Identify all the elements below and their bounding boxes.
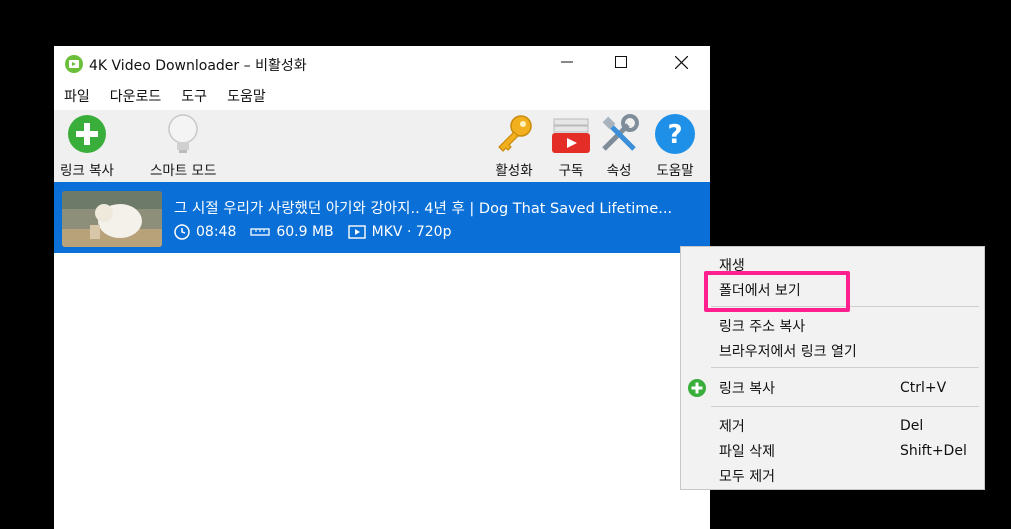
maximize-button[interactable] [592,46,650,82]
highlight-box [704,271,850,312]
download-item-row[interactable]: 그 시절 우리가 사랑했던 아기와 강아지.. 4년 후 | Dog That … [54,182,710,253]
smart-mode-label: 스마트 모드 [150,163,217,179]
key-icon [492,112,536,156]
add-icon [687,378,707,402]
window-title: 4K Video Downloader – 비활성화 [89,58,307,74]
preferences-label: 속성 [606,163,632,179]
video-format-icon [347,225,366,239]
menu-paste-link[interactable]: 링크 복사 Ctrl+V [681,375,984,400]
help-button[interactable]: ? 도움말 [653,112,697,179]
activate-button[interactable]: 활성화 [492,112,536,179]
app-logo-icon [64,54,84,74]
download-title: 그 시절 우리가 사랑했던 아기와 강아지.. 4년 후 | Dog That … [174,201,673,217]
menu-copy-link-address-label: 링크 주소 복사 [719,318,806,335]
lightbulb-icon [161,112,205,156]
menu-file[interactable]: 파일 [54,84,100,110]
menu-paste-link-label: 링크 복사 [719,380,775,397]
youtube-subscribe-icon [549,112,593,156]
menu-help[interactable]: 도움말 [217,84,276,110]
smart-mode-button[interactable]: 스마트 모드 [150,112,216,179]
app-window: 4K Video Downloader – 비활성화 파일 다운로드 도구 도움… [54,46,710,529]
duration-text: 08:48 [196,224,237,240]
menu-delete-file-label: 파일 삭제 [719,443,775,460]
clock-icon [174,224,190,240]
close-button[interactable] [652,46,710,82]
activate-label: 활성화 [495,163,533,179]
menu-copy-link-address[interactable]: 링크 주소 복사 [681,313,984,338]
subscribe-button[interactable]: 구독 [549,112,593,179]
menu-paste-link-shortcut: Ctrl+V [900,379,947,396]
menu-download[interactable]: 다운로드 [100,84,172,110]
menu-open-in-browser[interactable]: 브라우저에서 링크 열기 [681,338,984,363]
format-text: MKV · 720p [371,224,452,240]
menu-remove-shortcut: Del [900,417,924,434]
menu-bar: 파일 다운로드 도구 도움말 [54,84,276,110]
video-thumbnail [62,191,162,247]
title-bar[interactable]: 4K Video Downloader – 비활성화 [54,46,710,82]
minimize-icon [561,56,573,72]
menu-open-in-browser-label: 브라우저에서 링크 열기 [719,343,857,360]
file-size-icon [250,227,271,237]
menu-delete-file[interactable]: 파일 삭제 Shift+Del [681,438,984,463]
paste-link-button[interactable]: 링크 복사 [60,112,114,179]
size-text: 60.9 MB [276,224,334,240]
add-icon [65,112,109,156]
preferences-button[interactable]: 속성 [597,112,641,179]
svg-text:?: ? [667,120,682,150]
help-icon: ? [653,112,697,156]
close-icon [674,55,688,73]
download-meta: 08:48 60.9 MB MKV · 720p [174,224,465,240]
toolbar: 링크 복사 스마트 모드 활성화 구독 속성 ? 도움말 [54,110,710,182]
menu-remove-all-label: 모두 제거 [719,468,775,485]
menu-delete-file-shortcut: Shift+Del [900,442,967,459]
maximize-icon [615,56,627,72]
menu-remove-all[interactable]: 모두 제거 [681,463,984,488]
menu-separator [711,367,979,368]
subscribe-label: 구독 [558,163,584,179]
minimize-button[interactable] [538,46,596,82]
tools-icon [597,112,641,156]
menu-tools[interactable]: 도구 [171,84,217,110]
help-label: 도움말 [656,163,694,179]
menu-remove[interactable]: 제거 Del [681,413,984,438]
menu-separator [711,406,979,407]
menu-remove-label: 제거 [719,418,745,435]
paste-link-label: 링크 복사 [60,163,114,179]
